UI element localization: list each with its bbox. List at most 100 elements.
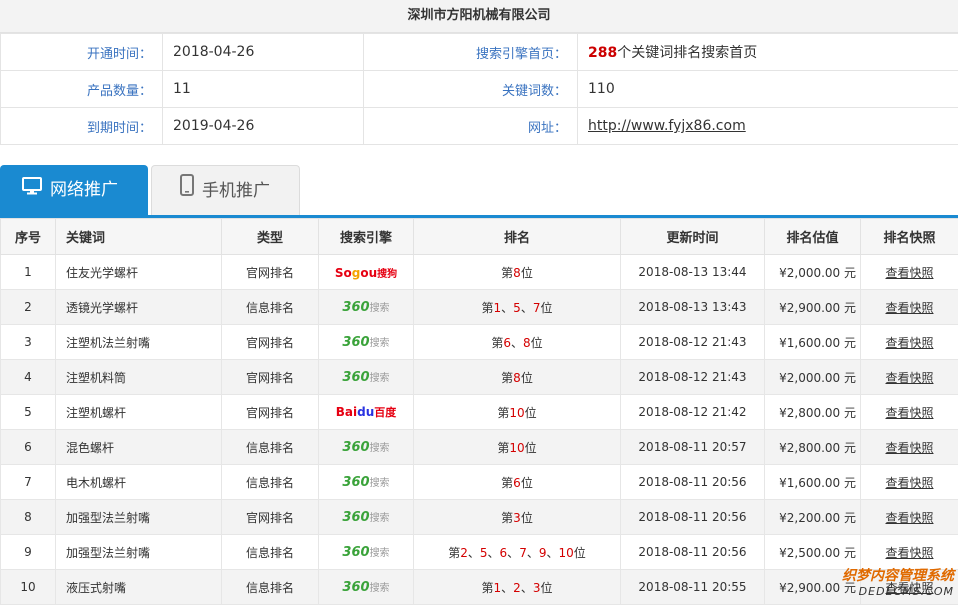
row-engine: 360搜索 <box>319 465 414 500</box>
header-type: 类型 <box>222 219 319 255</box>
row-keyword: 加强型法兰射嘴 <box>56 500 222 535</box>
table-row: 9加强型法兰射嘴信息排名360搜索第2、5、6、7、9、10位2018-08-1… <box>1 535 958 570</box>
row-engine: 360搜索 <box>319 360 414 395</box>
logo-360-num: 360 <box>342 510 369 525</box>
row-type: 信息排名 <box>222 290 319 325</box>
header-price: 排名估值 <box>765 219 861 255</box>
row-type: 信息排名 <box>222 535 319 570</box>
table-header-row: 序号 关键词 类型 搜索引擎 排名 更新时间 排名估值 排名快照 <box>1 219 958 255</box>
row-no: 9 <box>1 535 56 570</box>
view-snapshot-link[interactable]: 查看快照 <box>885 371 933 385</box>
header-keyword: 关键词 <box>56 219 222 255</box>
row-type: 官网排名 <box>222 500 319 535</box>
expire-time-label: 到期时间： <box>1 108 163 145</box>
tab-web-promotion[interactable]: 网络推广 <box>0 165 148 215</box>
logo-sogou-part4: 搜狗 <box>377 269 397 280</box>
row-type: 官网排名 <box>222 395 319 430</box>
header-snapshot: 排名快照 <box>861 219 958 255</box>
row-update-time: 2018-08-12 21:43 <box>621 325 765 360</box>
row-update-time: 2018-08-12 21:43 <box>621 360 765 395</box>
row-price: ¥2,200.00 元 <box>765 500 861 535</box>
row-update-time: 2018-08-13 13:43 <box>621 290 765 325</box>
logo-360-num: 360 <box>342 300 369 315</box>
website-link[interactable]: http://www.fyjx86.com <box>588 118 746 134</box>
row-no: 3 <box>1 325 56 360</box>
view-snapshot-link[interactable]: 查看快照 <box>885 406 933 420</box>
row-snapshot: 查看快照 <box>861 360 958 395</box>
search-home-count: 288 <box>588 45 617 61</box>
promotion-tabs: 网络推广 手机推广 <box>0 165 958 218</box>
row-keyword: 注塑机螺杆 <box>56 395 222 430</box>
url-label: 网址： <box>364 108 578 145</box>
row-snapshot: 查看快照 <box>861 325 958 360</box>
logo-360-num: 360 <box>342 370 369 385</box>
logo-360-num: 360 <box>342 545 369 560</box>
row-no: 5 <box>1 395 56 430</box>
row-rank: 第2、5、6、7、9、10位 <box>414 535 621 570</box>
watermark-line1: 织梦内容管理系统 <box>842 565 954 585</box>
engine-360-logo: 360搜索 <box>342 369 389 385</box>
row-update-time: 2018-08-12 21:42 <box>621 395 765 430</box>
row-update-time: 2018-08-11 20:56 <box>621 500 765 535</box>
row-keyword: 住友光学螺杆 <box>56 255 222 290</box>
row-snapshot: 查看快照 <box>861 395 958 430</box>
row-price: ¥2,000.00 元 <box>765 360 861 395</box>
table-row: 8加强型法兰射嘴官网排名360搜索第3位2018-08-11 20:56¥2,2… <box>1 500 958 535</box>
table-row: 3注塑机法兰射嘴官网排名360搜索第6、8位2018-08-12 21:43¥1… <box>1 325 958 360</box>
row-type: 信息排名 <box>222 430 319 465</box>
logo-baidu-part2: du <box>357 405 374 419</box>
product-count-value: 11 <box>163 71 364 108</box>
engine-baidu-logo: Baidu百度 <box>336 404 397 420</box>
view-snapshot-link[interactable]: 查看快照 <box>885 336 933 350</box>
row-rank: 第1、5、7位 <box>414 290 621 325</box>
logo-360-text: 搜索 <box>370 548 390 559</box>
view-snapshot-link[interactable]: 查看快照 <box>885 266 933 280</box>
view-snapshot-link[interactable]: 查看快照 <box>885 301 933 315</box>
engine-360-logo: 360搜索 <box>342 509 389 525</box>
row-rank: 第8位 <box>414 255 621 290</box>
row-rank: 第10位 <box>414 395 621 430</box>
view-snapshot-link[interactable]: 查看快照 <box>885 476 933 490</box>
logo-sogou-part3: ou <box>360 266 377 280</box>
logo-baidu-part3: 百度 <box>374 406 396 419</box>
table-row: 6混色螺杆信息排名360搜索第10位2018-08-11 20:57¥2,800… <box>1 430 958 465</box>
tab-mobile-promotion[interactable]: 手机推广 <box>151 165 300 215</box>
row-rank: 第6位 <box>414 465 621 500</box>
row-keyword: 电木机螺杆 <box>56 465 222 500</box>
row-type: 信息排名 <box>222 465 319 500</box>
row-engine: Baidu百度 <box>319 395 414 430</box>
row-update-time: 2018-08-11 20:55 <box>621 570 765 605</box>
product-count-label: 产品数量： <box>1 71 163 108</box>
row-keyword: 注塑机料筒 <box>56 360 222 395</box>
row-no: 7 <box>1 465 56 500</box>
row-type: 官网排名 <box>222 360 319 395</box>
row-snapshot: 查看快照 <box>861 465 958 500</box>
view-snapshot-link[interactable]: 查看快照 <box>885 441 933 455</box>
search-home-label: 搜索引擎首页： <box>364 34 578 71</box>
account-info-table: 开通时间： 2018-04-26 搜索引擎首页： 288个关键词排名搜索首页 产… <box>0 33 958 145</box>
logo-sogou-part1: So <box>335 266 352 280</box>
header-update-time: 更新时间 <box>621 219 765 255</box>
table-row: 5注塑机螺杆官网排名 Baidu百度 第10位2018-08-12 21:42¥2,… <box>1 395 958 430</box>
logo-360-num: 360 <box>342 335 369 350</box>
logo-360-num: 360 <box>342 580 369 595</box>
engine-360-logo: 360搜索 <box>342 544 389 560</box>
row-price: ¥1,600.00 元 <box>765 325 861 360</box>
expire-time-value: 2019-04-26 <box>163 108 364 145</box>
view-snapshot-link[interactable]: 查看快照 <box>885 511 933 525</box>
row-no: 8 <box>1 500 56 535</box>
logo-360-text: 搜索 <box>370 513 390 524</box>
row-keyword: 注塑机法兰射嘴 <box>56 325 222 360</box>
row-price: ¥2,800.00 元 <box>765 430 861 465</box>
row-price: ¥2,900.00 元 <box>765 290 861 325</box>
logo-360-text: 搜索 <box>370 583 390 594</box>
tab-web-label: 网络推广 <box>50 180 118 200</box>
row-snapshot: 查看快照 <box>861 290 958 325</box>
row-keyword: 加强型法兰射嘴 <box>56 535 222 570</box>
row-no: 10 <box>1 570 56 605</box>
row-no: 2 <box>1 290 56 325</box>
logo-360-text: 搜索 <box>370 373 390 384</box>
engine-360-logo: 360搜索 <box>342 299 389 315</box>
row-price: ¥2,800.00 元 <box>765 395 861 430</box>
view-snapshot-link[interactable]: 查看快照 <box>885 546 933 560</box>
